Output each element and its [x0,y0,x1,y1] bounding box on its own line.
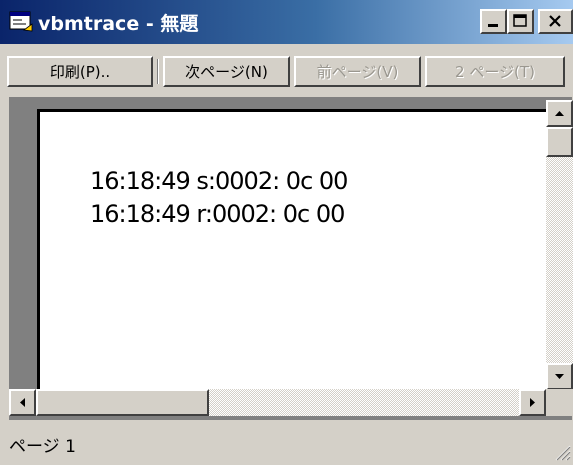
trace-line: 16:18:49 r:0002: 0c 00 [90,200,345,228]
page-indicator: ページ 1 [9,437,76,457]
vertical-scrollbar[interactable] [546,100,573,390]
scroll-down-button[interactable] [546,363,573,390]
print-preview-window: vbmtrace - 無題 印刷(P).. 次ページ(N) 前ページ(V) 2 … [0,0,573,463]
trace-line: 16:18:49 s:0002: 0c 00 [90,167,348,195]
scroll-up-button[interactable] [546,100,573,127]
horizontal-scroll-thumb[interactable] [36,389,209,416]
preview-area: 16:18:49 s:0002: 0c 00 16:18:49 r:0002: … [9,97,572,427]
title-bar[interactable]: vbmtrace - 無題 [0,0,573,44]
two-page-button[interactable]: 2 ページ(T) [425,56,565,87]
scroll-left-button[interactable] [9,389,36,416]
vertical-scroll-thumb[interactable] [546,127,573,157]
vb-app-icon[interactable] [9,10,33,32]
maximize-button[interactable] [507,9,534,34]
minimize-button[interactable] [480,9,507,34]
status-bar: ページ 1 [0,420,573,463]
print-button[interactable]: 印刷(P).. [7,56,153,87]
resize-grip-icon[interactable] [551,441,571,461]
toolbar: 印刷(P).. 次ページ(N) 前ページ(V) 2 ページ(T) [0,52,573,90]
horizontal-scrollbar[interactable] [9,389,546,416]
close-button[interactable] [538,9,573,34]
toolbar-separator [157,59,159,84]
next-page-button[interactable]: 次ページ(N) [163,56,290,87]
scrollbar-corner [546,389,573,416]
window-title: vbmtrace - 無題 [38,13,199,35]
scroll-right-button[interactable] [519,389,546,416]
preview-page: 16:18:49 s:0002: 0c 00 16:18:49 r:0002: … [37,109,555,394]
previous-page-button[interactable]: 前ページ(V) [294,56,421,87]
